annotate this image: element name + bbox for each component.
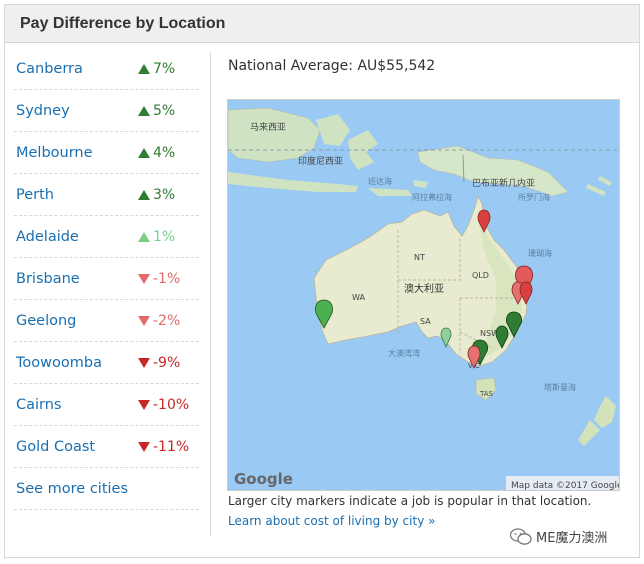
city-link-sydney[interactable]: Sydney <box>14 103 138 119</box>
up-arrow-icon <box>138 147 150 158</box>
city-link-canberra[interactable]: Canberra <box>14 61 138 77</box>
city-link-gold-coast[interactable]: Gold Coast <box>14 439 138 455</box>
column-divider <box>210 52 211 536</box>
map-label-arafura-sea: 阿拉弗拉海 <box>412 192 452 202</box>
watermark: ME魔力澳洲 <box>510 527 607 546</box>
panel-header: Pay Difference by Location <box>5 5 639 43</box>
city-link-cairns[interactable]: Cairns <box>14 397 138 413</box>
city-link-geelong[interactable]: Geelong <box>14 313 138 329</box>
cost-of-living-link[interactable]: Learn about cost of living by city » <box>228 514 435 528</box>
pay-change: -10% <box>138 397 189 413</box>
city-row: Toowoomba -9% <box>14 342 199 384</box>
city-row: Geelong -2% <box>14 300 199 342</box>
city-row: Adelaide 1% <box>14 216 199 258</box>
pay-change: -11% <box>138 439 189 455</box>
map-label-nt: NT <box>414 253 425 262</box>
city-row: Canberra 7% <box>14 48 199 90</box>
pay-change: -2% <box>138 313 180 329</box>
down-arrow-icon <box>138 441 150 452</box>
city-link-adelaide[interactable]: Adelaide <box>14 229 138 245</box>
map-label-indonesia: 印度尼西亚 <box>298 155 343 167</box>
pay-change: 1% <box>138 229 175 245</box>
map-label-tasman-sea: 塔斯曼海 <box>544 382 576 392</box>
map-label-solomon-sea: 所罗门海 <box>518 192 550 202</box>
see-more-row: See more cities <box>14 468 199 510</box>
map-label-malaysia: 马来西亚 <box>250 122 286 133</box>
pay-change: 3% <box>138 187 175 203</box>
up-arrow-icon <box>138 63 150 74</box>
pay-change: 7% <box>138 61 175 77</box>
watermark-text: ME魔力澳洲 <box>536 531 608 546</box>
map-label-great-australian-bight: 大澳湾湾 <box>388 348 420 358</box>
map-section: National Average: AU$55,542 马来西亚 印度尼西亚 班… <box>226 48 626 528</box>
up-arrow-icon <box>138 105 150 116</box>
map-label-australia: 澳大利亚 <box>404 282 444 295</box>
map-caption: Larger city markers indicate a job is po… <box>228 494 592 508</box>
panel-title: Pay Difference by Location <box>20 14 226 32</box>
city-row: Cairns -10% <box>14 384 199 426</box>
city-row: Melbourne 4% <box>14 132 199 174</box>
city-list: Canberra 7% Sydney 5% Melbourne 4% Perth… <box>14 48 199 510</box>
pay-change: -9% <box>138 355 180 371</box>
down-arrow-icon <box>138 357 150 368</box>
google-logo: Google <box>234 470 293 488</box>
map-label-banda-sea: 班达海 <box>368 176 392 186</box>
city-row: Sydney 5% <box>14 90 199 132</box>
see-more-cities-link[interactable]: See more cities <box>14 481 128 497</box>
map-label-sa: SA <box>420 317 431 326</box>
map-label-qld: QLD <box>472 271 489 280</box>
map-attribution: Map data ©2017 Google <box>511 481 620 491</box>
city-row: Gold Coast -11% <box>14 426 199 468</box>
up-arrow-icon <box>138 231 150 242</box>
pay-change: 4% <box>138 145 175 161</box>
down-arrow-icon <box>138 315 150 326</box>
map-label-tas: TAS <box>479 390 494 398</box>
up-arrow-icon <box>138 189 150 200</box>
pay-change: 5% <box>138 103 175 119</box>
pay-change: -1% <box>138 271 180 287</box>
wechat-icon <box>510 527 532 545</box>
map-label-wa: WA <box>352 293 365 302</box>
down-arrow-icon <box>138 399 150 410</box>
map-label-coral-sea: 珊瑚海 <box>528 248 552 258</box>
city-link-brisbane[interactable]: Brisbane <box>14 271 138 287</box>
city-link-toowoomba[interactable]: Toowoomba <box>14 355 138 371</box>
map-label-png: 巴布亚新几内亚 <box>472 177 535 189</box>
city-link-perth[interactable]: Perth <box>14 187 138 203</box>
city-link-melbourne[interactable]: Melbourne <box>14 145 138 161</box>
location-map[interactable]: 马来西亚 印度尼西亚 班达海 阿拉弗拉海 巴布亚新几内亚 所罗门海 珊瑚海 澳大… <box>227 99 620 491</box>
city-row: Brisbane -1% <box>14 258 199 300</box>
city-row: Perth 3% <box>14 174 199 216</box>
national-average: National Average: AU$55,542 <box>228 58 436 74</box>
down-arrow-icon <box>138 273 150 284</box>
